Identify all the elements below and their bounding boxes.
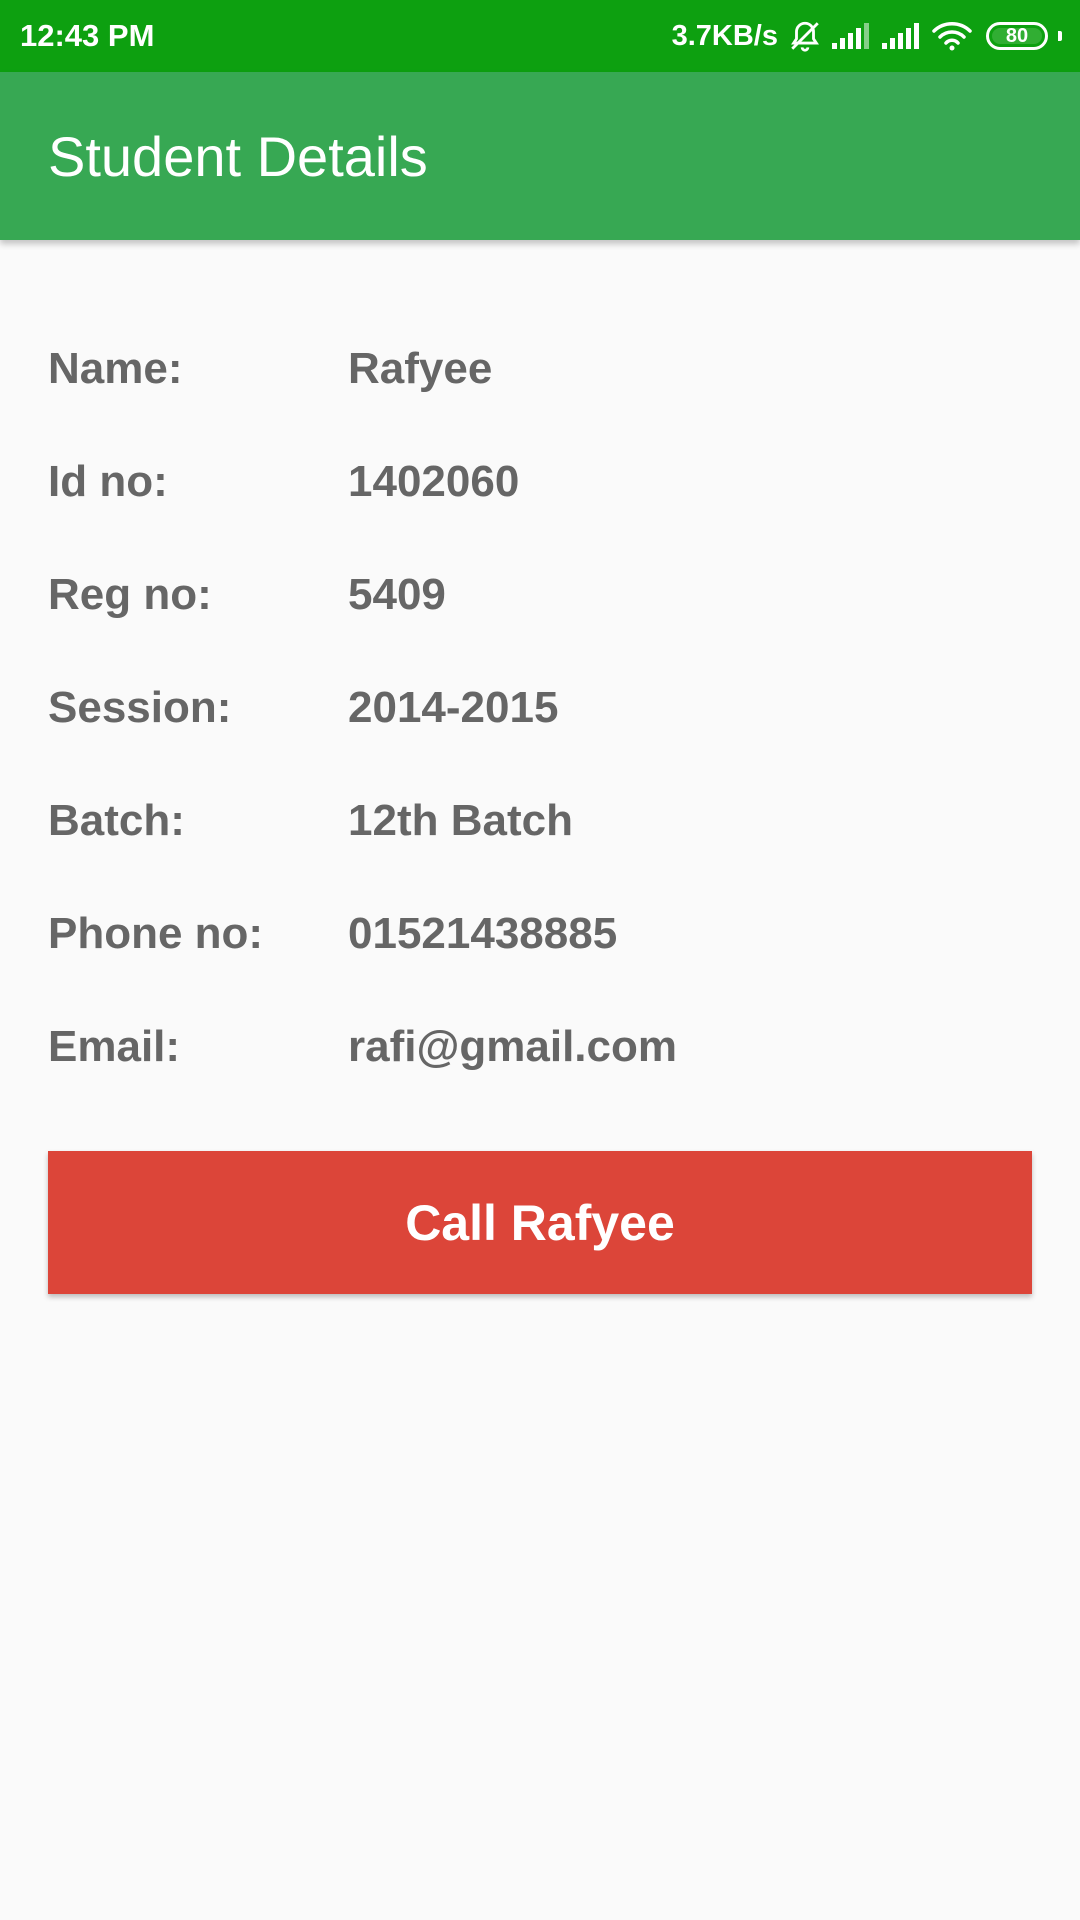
detail-row-phone: Phone no: 01521438885	[48, 877, 1032, 990]
reg-label: Reg no:	[48, 569, 212, 619]
batch-value: 12th Batch	[348, 795, 573, 845]
reg-value: 5409	[348, 569, 446, 619]
call-button[interactable]: Call Rafyee	[48, 1151, 1032, 1294]
signal-icon-1	[832, 21, 872, 51]
id-value: 1402060	[348, 456, 520, 506]
signal-icon-2	[882, 21, 922, 51]
phone-label: Phone no:	[48, 908, 264, 958]
name-label: Name:	[48, 343, 183, 393]
status-bar: 12:43 PM 3.7KB/s 80	[0, 0, 1080, 72]
detail-row-session: Session: 2014-2015	[48, 651, 1032, 764]
email-label: Email:	[48, 1021, 181, 1071]
network-speed: 3.7KB/s	[671, 19, 778, 52]
detail-row-name: Name: Rafyee	[48, 312, 1032, 425]
session-label: Session:	[48, 682, 232, 732]
battery-nub	[1058, 31, 1062, 41]
page-title: Student Details	[48, 124, 428, 188]
status-time: 12:43 PM	[20, 18, 155, 53]
email-value: rafi@gmail.com	[348, 1021, 677, 1071]
student-details: Name: Rafyee Id no: 1402060 Reg no: 5409…	[48, 312, 1032, 1103]
batch-label: Batch:	[48, 795, 185, 845]
phone-value: 01521438885	[348, 908, 618, 958]
session-value: 2014-2015	[348, 682, 559, 732]
battery-icon: 80	[986, 22, 1048, 50]
alarm-off-icon	[788, 19, 822, 53]
id-label: Id no:	[48, 456, 168, 506]
detail-row-id: Id no: 1402060	[48, 425, 1032, 538]
detail-row-reg: Reg no: 5409	[48, 538, 1032, 651]
battery-level: 80	[1005, 24, 1029, 47]
detail-row-batch: Batch: 12th Batch	[48, 764, 1032, 877]
status-icons: 3.7KB/s 80	[672, 19, 1062, 53]
app-bar: Student Details	[0, 72, 1080, 240]
wifi-icon	[932, 20, 972, 52]
detail-row-email: Email: rafi@gmail.com	[48, 990, 1032, 1103]
name-value: Rafyee	[348, 343, 493, 393]
